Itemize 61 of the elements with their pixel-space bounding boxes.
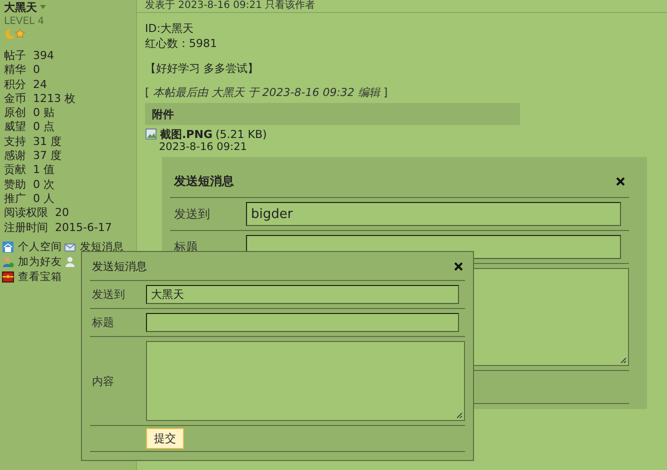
dialog-title: 发送短消息 [92, 258, 147, 274]
stat-label: 金币 [4, 92, 26, 106]
input-field[interactable]: 大黑天 [146, 285, 459, 304]
attachment-link[interactable]: 截图.PNG [160, 128, 212, 141]
stat-value: 0 [33, 63, 40, 78]
person-icon [64, 256, 76, 268]
stat-value: 0 人 [33, 192, 54, 206]
stat-label: 威望 [4, 120, 26, 135]
post-text: 红心数：5981 [145, 36, 218, 51]
field-label: 内容 [91, 374, 115, 388]
close-icon[interactable] [616, 176, 625, 186]
post-text: 【好好学习 多多尝试】 [145, 61, 260, 76]
stat-value: 394 [33, 49, 54, 64]
stat-label: 支持 [4, 134, 26, 150]
home-icon [2, 241, 14, 254]
field-label: 发送到 [173, 206, 211, 222]
post-text: ID:大黑天 [145, 21, 194, 36]
stat-value: 20 [55, 206, 69, 221]
resize-grip-icon[interactable] [456, 412, 463, 419]
profile-link[interactable]: 查看宝箱 [18, 270, 62, 284]
close-icon[interactable] [454, 262, 463, 270]
stat-label: 原创 [4, 106, 26, 120]
profile-link[interactable]: 加为好友 [18, 255, 62, 270]
attachment-size: (5.21 KB) [215, 128, 267, 141]
stat-value: 37 度 [33, 149, 62, 164]
user-level: LEVEL 4 [4, 16, 46, 27]
username[interactable]: 大黑天 [4, 0, 37, 14]
field-label: 发送到 [91, 287, 126, 302]
stat-value: 0 贴 [33, 106, 54, 120]
chest-icon [2, 271, 14, 284]
stat-label: 注册时间 [4, 220, 48, 235]
profile-link[interactable]: 个人空间 [18, 240, 62, 254]
stat-label: 帖子 [4, 49, 26, 64]
stat-value: 31 度 [33, 134, 62, 150]
stat-value: 24 [33, 78, 47, 92]
moon-star-icon [4, 28, 26, 39]
stat-label: 推广 [4, 192, 26, 206]
edit-note: [ 本帖最后由 大黑天 于 2023-8-16 09:32 编辑 ] [145, 85, 389, 100]
stat-value: 1213 枚 [33, 92, 76, 106]
resize-grip-icon[interactable] [620, 357, 627, 364]
attachments-header: 附件 [145, 103, 520, 125]
add-person-icon [2, 256, 14, 268]
stat-value: 1 值 [33, 163, 54, 178]
stat-label: 感谢 [4, 149, 26, 164]
stat-value: 0 点 [33, 120, 54, 135]
attachment-date: 2023-8-16 09:21 [158, 141, 248, 153]
field-label: 标题 [91, 315, 115, 330]
stat-label: 赞助 [4, 178, 26, 192]
stat-label: 贡献 [4, 163, 26, 178]
dialog-title: 发送短消息 [174, 172, 234, 190]
input-field[interactable] [146, 313, 459, 332]
image-file-icon [145, 128, 157, 140]
submit-button[interactable]: 提交 [146, 428, 184, 449]
content-textarea[interactable] [146, 341, 465, 421]
envelope-icon [64, 241, 76, 254]
stat-value: 2015-6-17 [55, 220, 112, 235]
input-field[interactable]: bigder [246, 202, 621, 226]
stat-value: 0 次 [33, 178, 54, 192]
stat-label: 精华 [4, 63, 26, 78]
stat-label: 阅读权限 [4, 206, 48, 221]
stat-label: 积分 [4, 78, 26, 92]
